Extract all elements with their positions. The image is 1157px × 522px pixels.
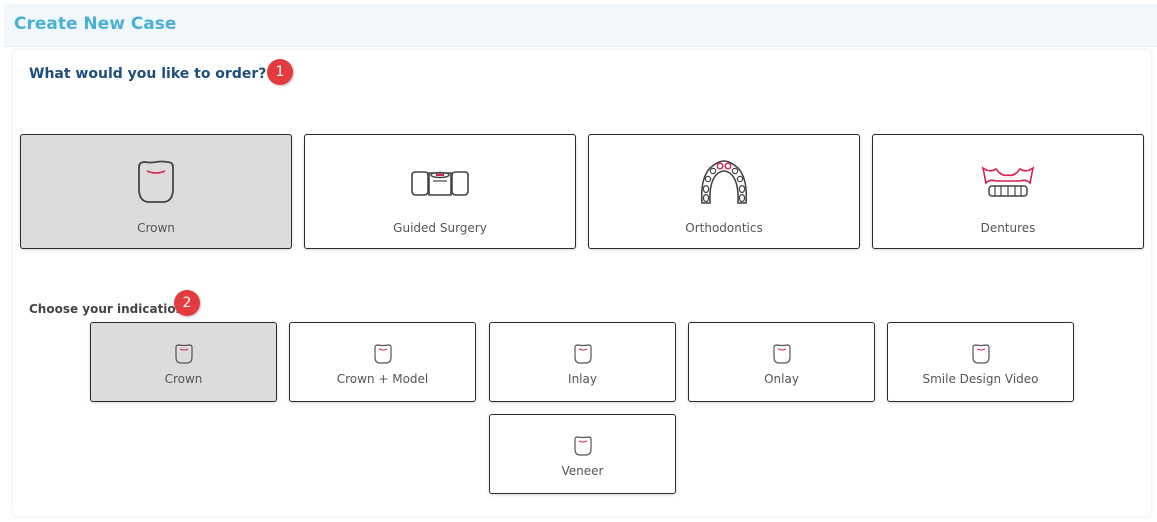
- indication-option-onlay[interactable]: Onlay: [688, 322, 875, 402]
- tooth-icon: [971, 344, 990, 364]
- order-option-dentures[interactable]: Dentures: [872, 134, 1144, 249]
- indication-question: Choose your indication: [29, 302, 185, 316]
- page-title: Create New Case: [14, 14, 177, 34]
- tooth-icon: [772, 344, 791, 364]
- tooth-icon: [174, 344, 193, 364]
- step-badge-1: 1: [267, 59, 293, 85]
- page-header: Create New Case: [4, 4, 1157, 47]
- indication-option-veneer[interactable]: Veneer: [489, 414, 676, 494]
- crown-tooth-icon: [138, 160, 174, 203]
- order-question: What would you like to order?: [29, 66, 267, 82]
- guided-surgery-icon: [411, 171, 469, 196]
- order-option-label: Orthodontics: [685, 221, 763, 235]
- orthodontics-arch-icon: [700, 160, 748, 204]
- indication-option-label: Smile Design Video: [922, 372, 1039, 386]
- order-option-guided-surgery[interactable]: Guided Surgery: [304, 134, 576, 249]
- indication-option-crown-model[interactable]: Crown + Model: [289, 322, 476, 402]
- order-option-label: Guided Surgery: [393, 221, 487, 235]
- tooth-icon: [373, 344, 392, 364]
- order-option-orthodontics[interactable]: Orthodontics: [588, 134, 860, 249]
- indication-option-label: Onlay: [764, 372, 799, 386]
- tooth-icon: [573, 344, 592, 364]
- indication-option-label: Crown: [164, 372, 203, 386]
- indication-option-crown[interactable]: Crown: [90, 322, 277, 402]
- order-option-label: Dentures: [980, 221, 1036, 235]
- indication-option-inlay[interactable]: Inlay: [489, 322, 676, 402]
- indication-option-label: Inlay: [568, 372, 597, 386]
- step-badge-2: 2: [174, 290, 200, 316]
- indication-option-label: Veneer: [561, 464, 604, 478]
- tooth-icon: [573, 436, 592, 456]
- order-option-crown[interactable]: Crown: [20, 134, 292, 249]
- indication-option-smile-design-video[interactable]: Smile Design Video: [887, 322, 1074, 402]
- order-option-label: Crown: [137, 221, 175, 235]
- dentures-icon: [981, 166, 1035, 197]
- indication-option-label: Crown + Model: [336, 372, 429, 386]
